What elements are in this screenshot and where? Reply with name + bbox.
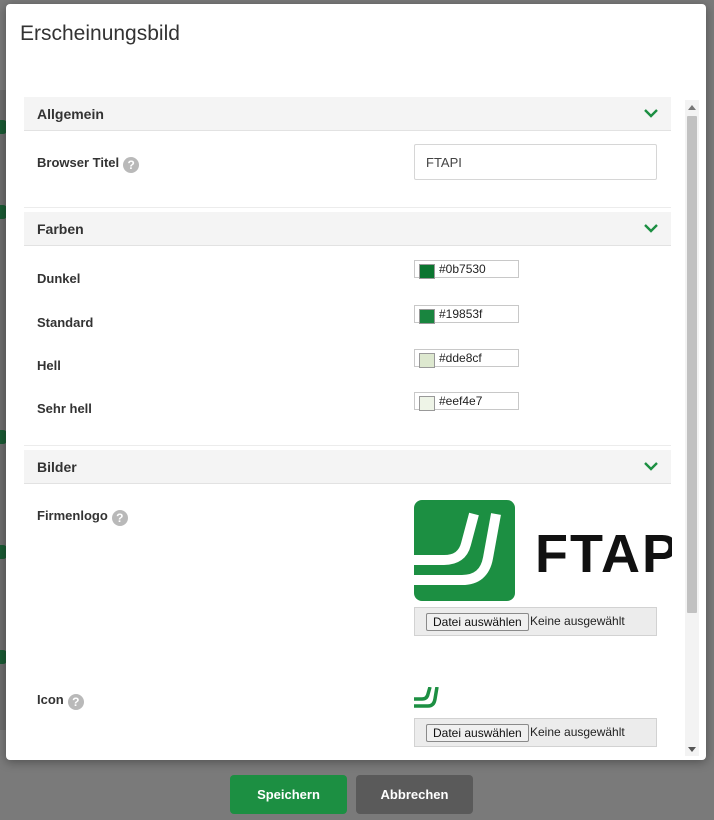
choose-file-button[interactable]: Datei auswählen (426, 724, 529, 742)
dialog-content: Allgemein Browser Titel? Farben Dunkel #… (24, 97, 672, 757)
scrollbar[interactable] (685, 100, 699, 756)
appearance-dialog: Erscheinungsbild Allgemein Browser Titel… (6, 4, 706, 760)
color-standard-input[interactable]: #19853f (414, 305, 519, 324)
small-logo-icon (414, 687, 439, 708)
color-light-label: Hell (37, 358, 61, 373)
icon-label: Icon? (37, 692, 84, 710)
browser-title-label-text: Browser Titel (37, 155, 120, 170)
scroll-down-icon[interactable] (688, 747, 696, 752)
browser-title-label: Browser Titel? (37, 155, 140, 173)
icon-label-text: Icon (37, 692, 64, 707)
help-icon[interactable]: ? (111, 510, 128, 526)
color-value: #0b7530 (439, 262, 486, 276)
color-very-light-label: Sehr hell (37, 401, 92, 416)
color-swatch (419, 264, 435, 279)
color-dark-input[interactable]: #0b7530 (414, 260, 519, 279)
color-swatch (419, 353, 435, 368)
icon-file-input[interactable]: Datei auswählen Keine ausgewählt (414, 718, 657, 747)
color-swatch (419, 396, 435, 411)
chevron-down-icon[interactable] (643, 105, 659, 121)
color-dark-label: Dunkel (37, 271, 81, 286)
divider (24, 207, 671, 208)
color-value: #dde8cf (439, 351, 482, 365)
color-light-input[interactable]: #dde8cf (414, 349, 519, 368)
section-images-title: Bilder (37, 459, 77, 475)
scroll-thumb[interactable] (687, 116, 697, 613)
dialog-title: Erscheinungsbild (20, 22, 180, 45)
browser-title-input[interactable] (414, 144, 657, 180)
file-status: Keine ausgewählt (530, 614, 625, 628)
scroll-up-icon[interactable] (688, 105, 696, 110)
chevron-down-icon[interactable] (643, 220, 659, 236)
choose-file-button[interactable]: Datei auswählen (426, 613, 529, 631)
section-general-title: Allgemein (37, 106, 104, 122)
color-standard-label: Standard (37, 315, 94, 330)
color-value: #19853f (439, 307, 483, 321)
section-images-header[interactable]: Bilder (24, 450, 671, 484)
section-colors-header[interactable]: Farben (24, 212, 671, 246)
logo-file-input[interactable]: Datei auswählen Keine ausgewählt (414, 607, 657, 636)
save-button[interactable]: Speichern (230, 775, 347, 814)
cancel-button[interactable]: Abbrechen (356, 775, 473, 814)
company-logo-label: Firmenlogo? (37, 508, 128, 526)
company-logo-text: FTAP (535, 524, 672, 584)
help-icon[interactable]: ? (123, 157, 140, 173)
divider (24, 445, 671, 446)
help-icon[interactable]: ? (67, 694, 84, 710)
section-colors-title: Farben (37, 221, 84, 237)
color-swatch (419, 309, 435, 324)
company-logo-label-text: Firmenlogo (37, 508, 108, 523)
color-value: #eef4e7 (439, 394, 483, 408)
company-logo-icon (414, 500, 515, 601)
chevron-down-icon[interactable] (643, 458, 659, 474)
section-general-header[interactable]: Allgemein (24, 97, 671, 131)
color-very-light-input[interactable]: #eef4e7 (414, 392, 519, 411)
file-status: Keine ausgewählt (530, 725, 625, 739)
